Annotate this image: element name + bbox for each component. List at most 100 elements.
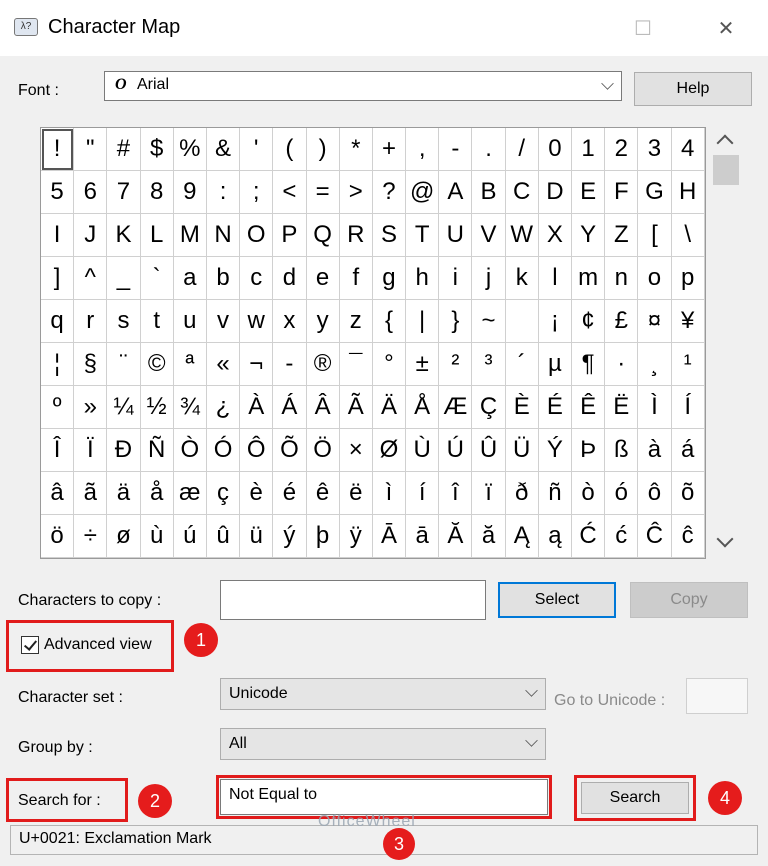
character-cell[interactable]: b (206, 257, 241, 300)
character-cell[interactable]: . (472, 128, 506, 171)
character-cell[interactable]: s (107, 300, 141, 343)
character-cell[interactable]: × (339, 429, 373, 472)
character-cell[interactable]: á (671, 429, 705, 472)
help-button[interactable]: Help (634, 72, 752, 106)
character-grid[interactable]: ! " # $% & '() * +, -./0 1 2 3 4 5 6 7 8 9:; < = >? @ A B C D E F G H… (40, 127, 706, 559)
character-cell[interactable]: V (472, 214, 506, 257)
character-cell[interactable]: Ă (439, 515, 473, 558)
character-cell[interactable]: a (173, 257, 207, 300)
character-cell[interactable]: Þ (572, 429, 606, 472)
character-cell[interactable]: > (339, 171, 373, 214)
close-button[interactable]: ✕ (703, 10, 749, 46)
character-cell[interactable]: Ø (372, 429, 407, 472)
character-cell[interactable]: / (505, 128, 539, 171)
character-cell[interactable]: [ (638, 214, 672, 257)
character-cell[interactable]: ? (372, 171, 407, 214)
character-cell[interactable]: Ä (372, 386, 407, 429)
character-cell[interactable]: ¶ (572, 343, 606, 386)
scroll-down-icon[interactable] (716, 530, 734, 548)
character-cell[interactable]: W (505, 214, 539, 257)
character-cell[interactable]: ć (605, 515, 639, 558)
character-cell[interactable]: Ù (406, 429, 440, 472)
character-cell[interactable]: ø (107, 515, 141, 558)
character-cell[interactable]: Î (41, 429, 75, 472)
character-cell[interactable]: x (273, 300, 307, 343)
character-cell[interactable]: E (572, 171, 606, 214)
character-cell[interactable]: À (240, 386, 274, 429)
character-cell[interactable]: ¸ (638, 343, 672, 386)
character-cell[interactable]: » (74, 386, 108, 429)
character-cell[interactable]: H (671, 171, 705, 214)
character-cell[interactable]: d (273, 257, 307, 300)
copy-button[interactable]: Copy (630, 582, 748, 618)
character-cell[interactable]: 5 (41, 171, 75, 214)
character-set-select[interactable]: Unicode (220, 678, 546, 710)
character-cell[interactable]: ¾ (173, 386, 207, 429)
character-cell[interactable]: * (339, 128, 373, 171)
character-cell[interactable]: Y (572, 214, 606, 257)
character-cell[interactable]: % (173, 128, 207, 171)
character-cell[interactable]: | (406, 300, 440, 343)
character-cell[interactable]: ą (538, 515, 572, 558)
character-cell[interactable]: = (306, 171, 340, 214)
character-cell[interactable]: q (41, 300, 75, 343)
character-cell[interactable]: É (538, 386, 572, 429)
character-cell[interactable]: ! (41, 128, 75, 171)
character-cell[interactable]: e (306, 257, 340, 300)
character-cell[interactable]: J (74, 214, 108, 257)
character-cell[interactable]: · (605, 343, 639, 386)
character-cell[interactable]: ü (240, 515, 274, 558)
character-cell[interactable]: ç (206, 472, 241, 515)
character-cell[interactable]: & (206, 128, 241, 171)
character-cell[interactable]: c (240, 257, 274, 300)
character-cell[interactable]: Ö (306, 429, 340, 472)
character-cell[interactable]: Ð (107, 429, 141, 472)
advanced-view-label[interactable]: Advanced view (44, 636, 152, 654)
character-cell[interactable]: # (107, 128, 141, 171)
character-cell[interactable]: R (339, 214, 373, 257)
scroll-up-icon[interactable] (716, 134, 734, 152)
character-cell[interactable]: Å (406, 386, 440, 429)
character-cell[interactable]: g (372, 257, 407, 300)
character-cell[interactable]: è (240, 472, 274, 515)
character-cell[interactable]: Ç (472, 386, 506, 429)
character-cell[interactable]: @ (406, 171, 440, 214)
group-by-select[interactable]: All (220, 728, 546, 760)
character-cell[interactable]: Ã (339, 386, 373, 429)
character-cell[interactable]: Ê (572, 386, 606, 429)
character-cell[interactable]: 7 (107, 171, 141, 214)
character-cell[interactable]: I (41, 214, 75, 257)
character-cell[interactable]: Ì (638, 386, 672, 429)
character-cell[interactable]: æ (173, 472, 207, 515)
character-cell[interactable]: ñ (538, 472, 572, 515)
character-cell[interactable]: ā (406, 515, 440, 558)
character-cell[interactable]: õ (671, 472, 705, 515)
character-cell[interactable]: ĉ (671, 515, 705, 558)
character-cell[interactable]: û (206, 515, 241, 558)
character-cell[interactable]: o (638, 257, 672, 300)
character-cell[interactable]: C (505, 171, 539, 214)
character-cell[interactable]: ï (472, 472, 506, 515)
character-cell[interactable]: ý (273, 515, 307, 558)
character-cell[interactable]: Q (306, 214, 340, 257)
character-cell[interactable]: m (572, 257, 606, 300)
character-cell[interactable]: ^ (74, 257, 108, 300)
character-cell[interactable]: B (472, 171, 506, 214)
character-cell[interactable]: ê (306, 472, 340, 515)
character-cell[interactable]: à (638, 429, 672, 472)
character-cell[interactable] (505, 300, 539, 343)
character-cell[interactable]: é (273, 472, 307, 515)
character-cell[interactable]: j (472, 257, 506, 300)
character-cell[interactable]: ú (173, 515, 207, 558)
character-cell[interactable]: S (372, 214, 407, 257)
character-cell[interactable]: ; (240, 171, 274, 214)
character-cell[interactable]: F (605, 171, 639, 214)
character-cell[interactable]: ô (638, 472, 672, 515)
character-cell[interactable]: 6 (74, 171, 108, 214)
character-cell[interactable]: L (140, 214, 174, 257)
character-cell[interactable]: < (273, 171, 307, 214)
character-cell[interactable]: ó (605, 472, 639, 515)
character-cell[interactable]: ( (273, 128, 307, 171)
character-cell[interactable]: Â (306, 386, 340, 429)
character-cell[interactable]: µ (538, 343, 572, 386)
